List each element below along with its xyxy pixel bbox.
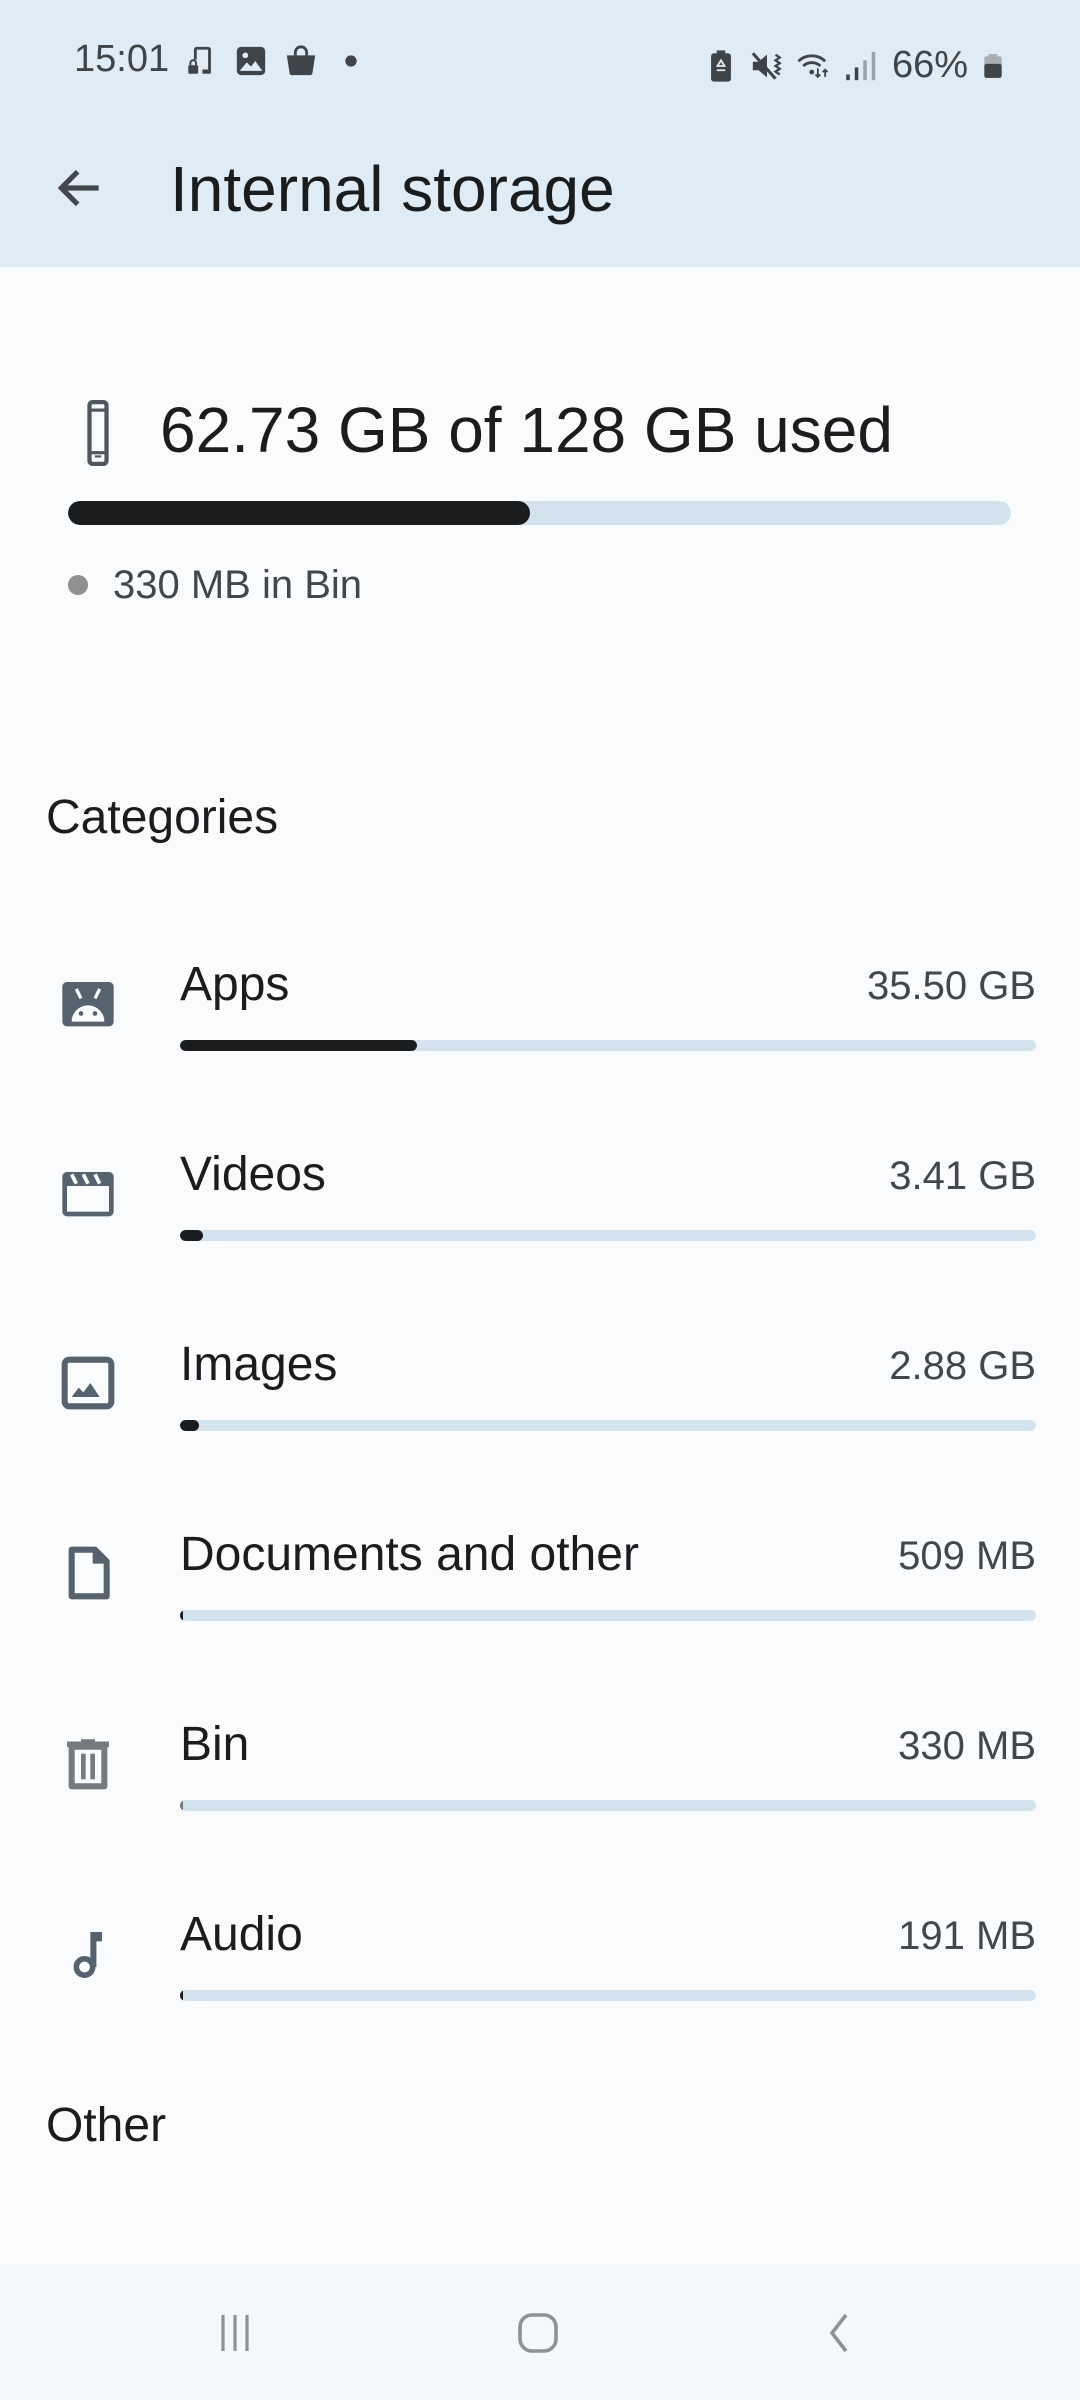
category-usage-bar [180,1990,1036,2001]
arrow-back-icon [57,169,99,207]
bin-legend-dot [68,575,88,595]
category-usage-fill [180,1040,418,1051]
shopping-bag-icon [286,45,316,76]
app-bar: Internal storage [0,124,1080,267]
category-size: 191 MB [898,1914,1036,1958]
category-usage-bar [180,1800,1036,1811]
home-button[interactable] [488,2295,588,2370]
category-usage-fill [180,1420,200,1431]
signal-icon [846,51,876,80]
storage-usage-fill [68,501,531,525]
category-label: Images [180,1338,338,1391]
category-row-images[interactable]: Images 2.88 GB [0,1325,1080,1515]
category-size: 509 MB [898,1534,1036,1578]
category-usage-fill [180,1990,183,2001]
mute-vibrate-icon [751,51,782,80]
category-usage-fill [180,1610,184,1621]
category-usage-bar [180,1040,1036,1051]
category-row-audio[interactable]: Audio 191 MB [0,1895,1080,2085]
battery-saver-icon [711,49,731,82]
image-icon [236,46,266,76]
recents-button[interactable] [185,2295,285,2370]
category-row-apps[interactable]: Apps 35.50 GB [0,945,1080,1135]
categories-header: Categories [46,791,279,844]
back-button[interactable] [40,148,120,228]
category-row-documents[interactable]: Documents and other 509 MB [0,1515,1080,1705]
category-label: Bin [180,1718,250,1771]
category-size: 35.50 GB [866,964,1036,1008]
category-size: 3.41 GB [889,1154,1036,1198]
battery-percent: 66% [891,44,968,86]
category-label: Audio [180,1908,303,1961]
category-label: Videos [180,1148,326,1201]
category-usage-fill [180,1230,204,1241]
category-usage-fill [180,1800,183,1811]
bin-note: 330 MB in Bin [113,563,363,607]
wifi-icon [797,53,829,78]
category-usage-bar [180,1420,1036,1431]
storage-used-text: 62.73 GB of 128 GB used [160,394,893,466]
system-status-icons: 66% [704,44,1006,87]
dot-icon [345,55,357,67]
battery-icon [984,53,1002,78]
navigation-bar [0,2265,1080,2400]
status-bar: 15:01 66% [0,0,1080,124]
status-time: 15:01 [74,38,170,80]
back-chevron-icon [829,2313,848,2352]
category-label: Documents and other [180,1528,639,1581]
category-usage-bar [180,1610,1036,1621]
image-icon [61,1356,115,1410]
document-icon [68,1546,110,1600]
android-icon [62,982,114,1027]
storage-usage-bar [68,501,1011,525]
category-size: 330 MB [898,1724,1036,1768]
category-label: Apps [180,958,290,1011]
category-row-bin[interactable]: Bin 330 MB [0,1705,1080,1895]
category-size: 2.88 GB [889,1344,1036,1388]
page-title: Internal storage [170,153,615,225]
phone-icon [87,400,109,466]
recents-icon [221,2314,249,2351]
top-app-region: 15:01 66% Internal storage [0,0,1080,267]
phone-lock-icon [188,46,211,74]
category-usage-bar [180,1230,1036,1241]
clapperboard-icon [62,1172,114,1217]
music-note-icon [73,1932,102,1978]
other-header: Other [46,2099,167,2152]
nav-back-button[interactable] [790,2295,890,2370]
notification-icons [184,44,368,78]
home-icon [518,2312,558,2353]
trash-icon [67,1739,109,1790]
category-row-videos[interactable]: Videos 3.41 GB [0,1135,1080,1325]
